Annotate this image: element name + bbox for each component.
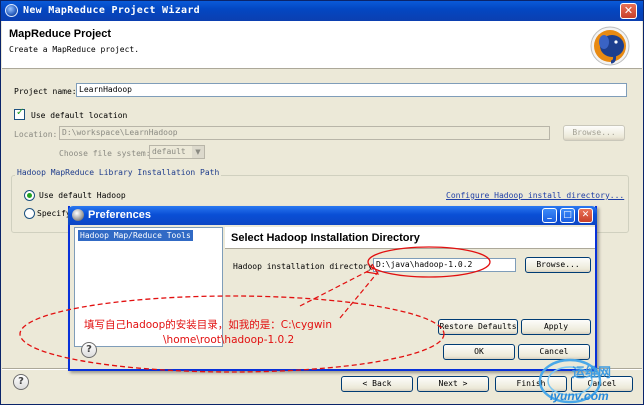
- specify-radio[interactable]: [24, 208, 35, 219]
- hadoop-elephant-logo: [590, 26, 630, 66]
- close-button[interactable]: ✕: [620, 3, 637, 19]
- preferences-page-header: Select Hadoop Installation Directory: [225, 227, 595, 249]
- file-system-select[interactable]: default ▼: [149, 145, 205, 159]
- location-browse-button[interactable]: Browse...: [563, 125, 625, 141]
- minimize-button[interactable]: _: [542, 208, 557, 223]
- use-default-hadoop-label: Use default Hadoop: [39, 191, 126, 200]
- preferences-dialog: Preferences _ □ ✕ Hadoop Map/Reduce Tool…: [68, 206, 597, 371]
- location-input[interactable]: D:\workspace\LearnHadoop: [59, 126, 550, 140]
- annotation-line-2: \home\root\hadoop-1.0.2: [163, 334, 295, 346]
- wizard-title-bar[interactable]: New MapReduce Project Wizard ✕: [1, 1, 643, 21]
- gear-icon: [72, 209, 84, 221]
- configure-hadoop-link[interactable]: Configure Hadoop install directory...: [446, 191, 624, 200]
- use-default-hadoop-radio[interactable]: [24, 190, 35, 201]
- location-label: Location:: [14, 130, 58, 139]
- tree-item-hadoop-tools[interactable]: Hadoop Map/Reduce Tools: [78, 230, 193, 241]
- watermark-text-url: iyunv.com: [550, 389, 609, 403]
- hadoop-dir-input[interactable]: D:\java\hadoop-1.0.2: [373, 258, 516, 272]
- project-name-label: Project name:: [14, 87, 77, 96]
- file-system-label: Choose file system:: [59, 149, 151, 158]
- help-icon[interactable]: ?: [81, 342, 97, 358]
- file-system-value: default: [152, 147, 186, 156]
- hadoop-dir-label: Hadoop installation directory:: [233, 262, 378, 271]
- preferences-title-bar[interactable]: Preferences _ □ ✕: [68, 206, 597, 225]
- specify-label: Specify: [37, 209, 71, 218]
- help-icon[interactable]: ?: [13, 374, 29, 390]
- use-default-location-label: Use default location: [31, 111, 128, 120]
- watermark-text-cn: 运维网: [572, 366, 612, 381]
- wizard-title: New MapReduce Project Wizard: [23, 5, 200, 16]
- eclipse-icon: [5, 4, 18, 17]
- restore-defaults-button[interactable]: Restore Defaults: [438, 319, 518, 335]
- ok-button[interactable]: OK: [443, 344, 515, 360]
- close-button[interactable]: ✕: [578, 208, 593, 223]
- maximize-button[interactable]: □: [560, 208, 575, 223]
- install-path-group-title: Hadoop MapReduce Library Installation Pa…: [15, 168, 222, 177]
- preferences-title: Preferences: [88, 209, 151, 221]
- preferences-page-title: Select Hadoop Installation Directory: [231, 232, 420, 244]
- chevron-down-icon: ▼: [192, 146, 204, 158]
- use-default-location-checkbox[interactable]: [14, 107, 25, 120]
- hadoop-dir-browse-button[interactable]: Browse...: [525, 257, 591, 273]
- page-title: MapReduce Project: [9, 28, 112, 40]
- apply-button[interactable]: Apply: [521, 319, 591, 335]
- annotation-line-1: 填写自己hadoop的安装目录，如我的是：C:\cygwin: [84, 319, 332, 331]
- project-name-input[interactable]: LearnHadoop: [76, 83, 627, 97]
- wizard-header: MapReduce Project Create a MapReduce pro…: [2, 21, 642, 69]
- next-button[interactable]: Next >: [417, 376, 489, 392]
- back-button[interactable]: < Back: [341, 376, 413, 392]
- page-description: Create a MapReduce project.: [9, 45, 140, 54]
